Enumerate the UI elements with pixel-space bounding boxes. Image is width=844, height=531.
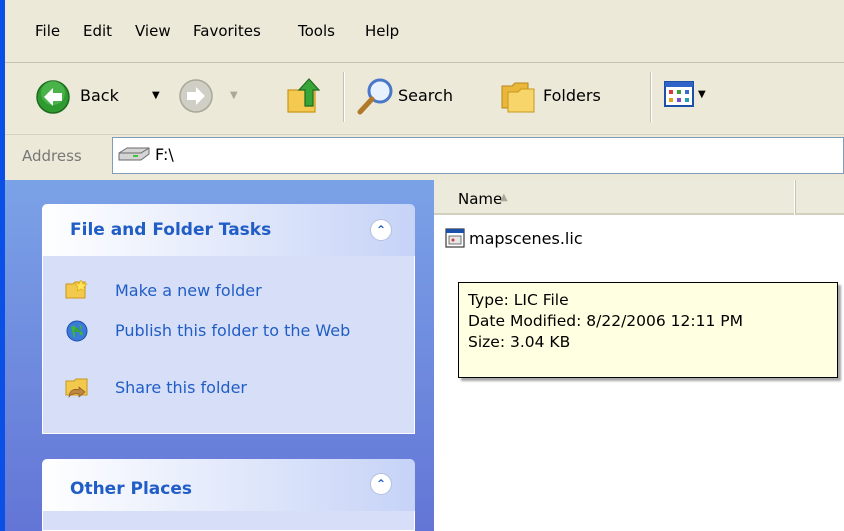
sort-ascending-icon: ▲ (500, 192, 508, 203)
search-label: Search (398, 86, 453, 105)
menu-bar: File Edit View Favorites Tools Help (5, 0, 844, 58)
folders-button[interactable]: Folders (500, 76, 635, 116)
menu-edit[interactable]: Edit (83, 22, 112, 40)
tooltip-type: Type: LIC File (468, 291, 569, 309)
toolbar-separator (343, 72, 345, 122)
collapse-up-icon[interactable]: ⌃ (370, 219, 392, 241)
column-name-label: Name (458, 190, 503, 208)
address-input[interactable] (112, 137, 844, 174)
views-button[interactable]: ▼ (664, 79, 712, 113)
drive-icon (118, 147, 150, 161)
task-pane: File and Folder Tasks ⌃ Make a new folde… (5, 180, 434, 531)
other-places-title: Other Places (70, 479, 192, 499)
file-folder-tasks-title: File and Folder Tasks (70, 220, 272, 240)
back-button[interactable]: Back (35, 77, 135, 117)
tooltip-date-modified: Date Modified: 8/22/2006 12:11 PM (468, 312, 743, 330)
menu-tools[interactable]: Tools (298, 22, 335, 40)
file-info-tooltip: Type: LIC File Date Modified: 8/22/2006 … (458, 282, 838, 378)
address-label: Address (22, 147, 82, 165)
other-places-body (42, 511, 415, 531)
folders-icon (501, 82, 535, 113)
search-icon (357, 78, 393, 115)
folder-up-icon (287, 78, 321, 113)
folders-label: Folders (543, 86, 601, 105)
file-name: mapscenes.lic (469, 229, 583, 248)
search-button[interactable]: Search (356, 76, 481, 116)
forward-button[interactable] (178, 78, 214, 114)
address-value: F:\ (155, 145, 174, 164)
forward-dropdown-arrow-icon[interactable]: ▼ (230, 90, 238, 101)
views-icon (664, 81, 694, 107)
up-folder-button[interactable] (285, 76, 325, 116)
back-arrow-icon (36, 80, 70, 114)
menu-file[interactable]: File (35, 22, 60, 40)
back-dropdown-arrow-icon[interactable]: ▼ (152, 90, 160, 101)
tooltip-size: Size: 3.04 KB (468, 333, 571, 351)
back-label: Back (80, 86, 119, 105)
new-folder-icon (65, 280, 88, 299)
toolbar-separator (650, 72, 652, 122)
forward-arrow-icon (179, 79, 213, 113)
file-item[interactable]: mapscenes.lic (445, 224, 620, 250)
file-icon (445, 228, 465, 248)
file-folder-tasks-body: Make a new folder Publish this folder to… (42, 256, 415, 434)
file-folder-tasks-header[interactable]: File and Folder Tasks ⌃ (42, 204, 415, 256)
collapse-up-icon[interactable]: ⌃ (370, 473, 392, 495)
share-folder-icon (65, 378, 88, 398)
share-folder-link[interactable]: Share this folder (115, 377, 247, 398)
publish-folder-link[interactable]: Publish this folder to the Web (115, 320, 375, 341)
publish-web-icon (66, 320, 88, 342)
views-dropdown-arrow-icon: ▼ (698, 89, 706, 100)
menu-favorites[interactable]: Favorites (193, 22, 261, 40)
menu-help[interactable]: Help (365, 22, 399, 40)
column-header-empty (795, 180, 844, 215)
make-new-folder-link[interactable]: Make a new folder (115, 280, 262, 301)
other-places-header[interactable]: Other Places ⌃ (42, 459, 415, 511)
menu-view[interactable]: View (135, 22, 171, 40)
